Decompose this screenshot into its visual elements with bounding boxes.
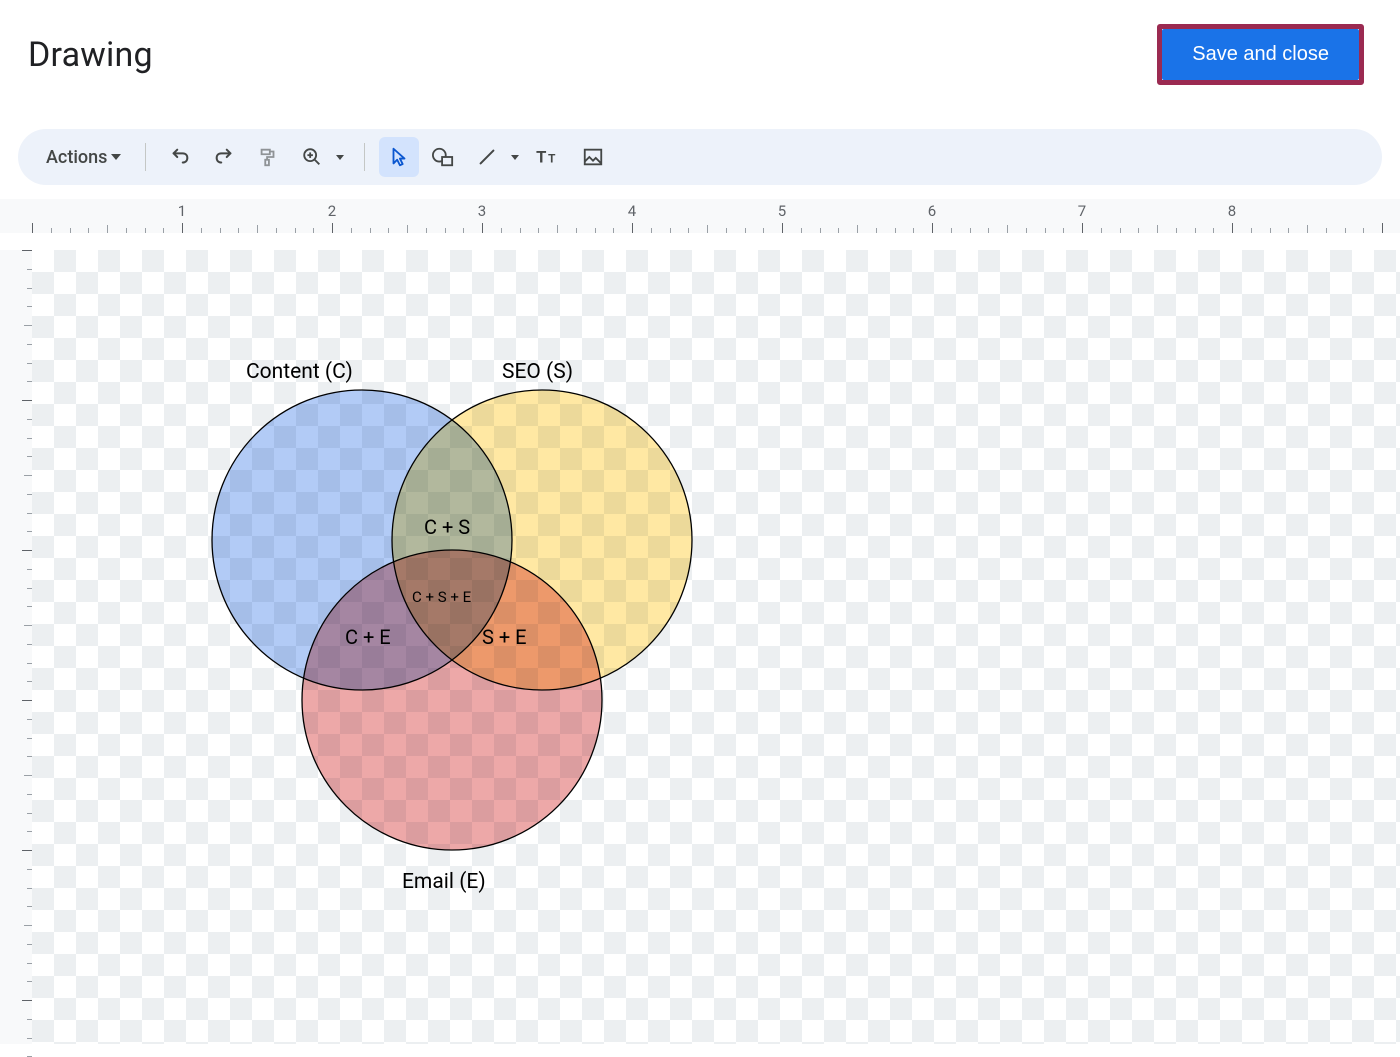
zoom-button[interactable] bbox=[292, 137, 332, 177]
redo-button[interactable] bbox=[204, 137, 244, 177]
shape-icon bbox=[431, 146, 455, 168]
horizontal-ruler: 12345678 bbox=[0, 199, 1400, 233]
line-tool-button[interactable] bbox=[467, 137, 507, 177]
drawing-canvas[interactable]: Content (C) SEO (S) Email (E) C + S C + … bbox=[32, 250, 1400, 1044]
image-tool-button[interactable] bbox=[573, 137, 613, 177]
venn-label-email: Email (E) bbox=[402, 870, 486, 894]
shape-tool-button[interactable] bbox=[423, 137, 463, 177]
actions-menu-button[interactable]: Actions bbox=[36, 141, 131, 174]
dialog-header: Drawing Save and close bbox=[0, 0, 1400, 105]
venn-label-seo: SEO (S) bbox=[502, 360, 573, 384]
vertical-ruler bbox=[0, 250, 32, 1044]
venn-diagram[interactable]: Content (C) SEO (S) Email (E) C + S C + … bbox=[202, 370, 762, 990]
paint-format-icon bbox=[257, 146, 279, 168]
dialog-title: Drawing bbox=[28, 35, 153, 75]
venn-intersection-cs: C + S bbox=[424, 515, 470, 539]
caret-down-icon bbox=[111, 154, 121, 160]
svg-text:T: T bbox=[537, 148, 547, 166]
cursor-icon bbox=[388, 146, 410, 168]
line-tool-menu[interactable] bbox=[467, 137, 525, 177]
venn-intersection-ce: C + E bbox=[345, 625, 391, 649]
image-icon bbox=[582, 146, 604, 168]
toolbar: Actions TT bbox=[18, 129, 1382, 185]
venn-intersection-cse: C + S + E bbox=[412, 588, 471, 606]
venn-intersection-se: S + E bbox=[482, 625, 527, 649]
caret-down-icon bbox=[511, 155, 519, 160]
venn-label-content: Content (C) bbox=[246, 360, 353, 384]
select-tool-button[interactable] bbox=[379, 137, 419, 177]
undo-button[interactable] bbox=[160, 137, 200, 177]
redo-icon bbox=[213, 146, 235, 168]
line-icon bbox=[476, 146, 498, 168]
svg-text:T: T bbox=[549, 151, 557, 165]
paint-format-button[interactable] bbox=[248, 137, 288, 177]
caret-down-icon bbox=[336, 155, 344, 160]
zoom-menu[interactable] bbox=[292, 137, 350, 177]
actions-label: Actions bbox=[46, 147, 107, 168]
toolbar-separator bbox=[145, 143, 146, 171]
textbox-tool-button[interactable]: TT bbox=[529, 137, 569, 177]
textbox-icon: TT bbox=[536, 147, 562, 167]
save-and-close-button[interactable]: Save and close bbox=[1162, 29, 1359, 80]
save-button-highlight: Save and close bbox=[1157, 24, 1364, 85]
undo-icon bbox=[169, 146, 191, 168]
zoom-icon bbox=[301, 146, 323, 168]
toolbar-separator bbox=[364, 143, 365, 171]
